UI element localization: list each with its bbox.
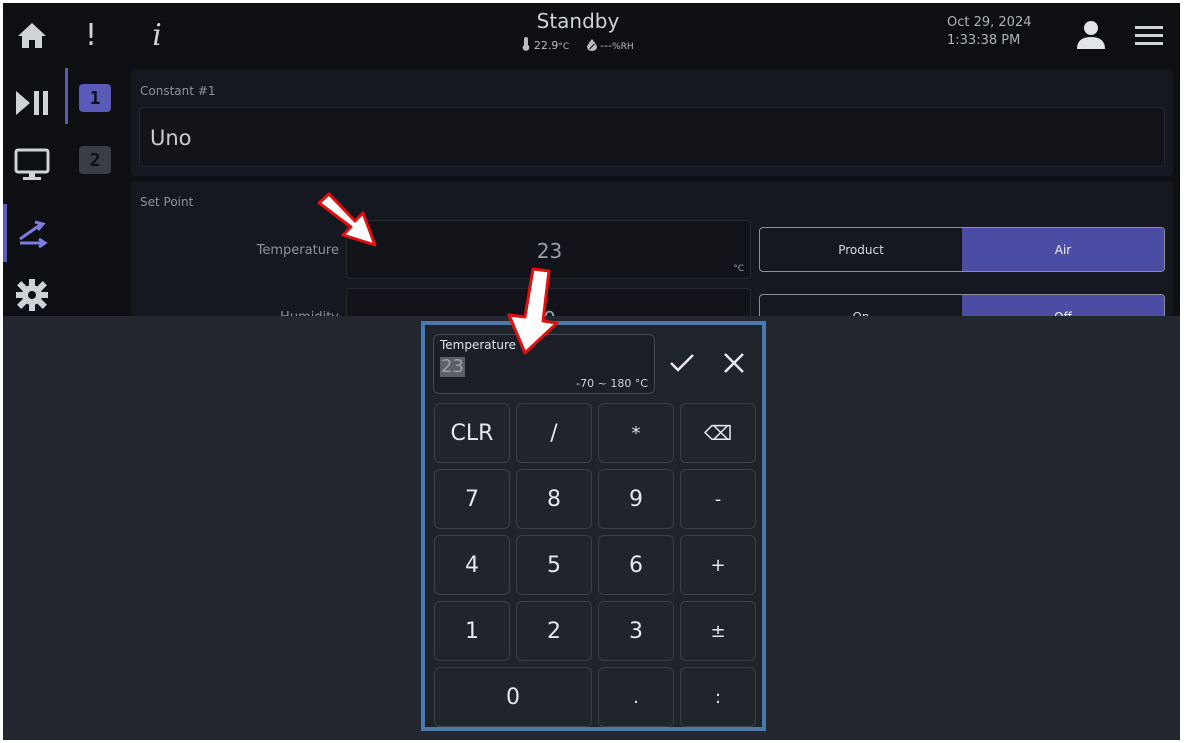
constant-name-field[interactable]: Uno bbox=[139, 107, 1165, 167]
thermometer-icon bbox=[522, 37, 534, 52]
info-icon[interactable]: i bbox=[139, 17, 175, 53]
key-5[interactable]: 5 bbox=[516, 535, 592, 595]
key-6[interactable]: 6 bbox=[598, 535, 674, 595]
constant-label: Constant #1 bbox=[140, 84, 216, 98]
divide-key[interactable]: / bbox=[516, 403, 592, 463]
red-arrow-icon bbox=[507, 267, 559, 355]
temperature-mode-toggle: Product Air bbox=[759, 227, 1165, 272]
colon-key[interactable]: : bbox=[680, 667, 756, 727]
product-option[interactable]: Product bbox=[760, 228, 962, 271]
status-area: Standby 22.9°C ---%RH bbox=[443, 9, 713, 52]
datetime: Oct 29, 2024 1:33:38 PM bbox=[947, 14, 1032, 50]
step-active-indicator bbox=[65, 68, 68, 124]
plus-key[interactable]: + bbox=[680, 535, 756, 595]
constant-name-value: Uno bbox=[150, 126, 192, 150]
key-2[interactable]: 2 bbox=[516, 601, 592, 661]
left-nav bbox=[3, 66, 61, 326]
top-bar: ! i Standby 22.9°C ---%RH Oct 29, 2024 1… bbox=[3, 3, 1180, 66]
keypad-range: -70 ~ 180 °C bbox=[576, 377, 648, 390]
key-3[interactable]: 3 bbox=[598, 601, 674, 661]
status-mode: Standby bbox=[536, 9, 620, 33]
home-icon[interactable] bbox=[14, 17, 50, 53]
temperature-unit: °C bbox=[558, 42, 570, 52]
temperature-setpoint-unit: °C bbox=[733, 264, 744, 274]
multiply-key[interactable]: * bbox=[598, 403, 674, 463]
profile-nav-icon[interactable] bbox=[3, 204, 61, 262]
clr-key[interactable]: CLR bbox=[434, 403, 510, 463]
monitor-icon[interactable] bbox=[3, 136, 61, 194]
minus-key[interactable]: - bbox=[680, 469, 756, 529]
step-1-button[interactable]: 1 bbox=[79, 84, 111, 112]
step-nav: 1 2 bbox=[61, 66, 127, 326]
date-label: Oct 29, 2024 bbox=[947, 15, 1032, 30]
step-2-button[interactable]: 2 bbox=[79, 146, 111, 174]
humidity-reading: --- bbox=[600, 39, 613, 52]
temperature-setpoint-value: 23 bbox=[536, 239, 563, 263]
user-icon[interactable] bbox=[1073, 17, 1109, 53]
cancel-close-icon[interactable] bbox=[718, 347, 750, 379]
confirm-check-icon[interactable] bbox=[666, 347, 698, 379]
sensor-readings: 22.9°C ---%RH bbox=[443, 37, 713, 52]
play-pause-icon[interactable] bbox=[3, 74, 61, 132]
air-option[interactable]: Air bbox=[962, 228, 1164, 271]
keypad-field-value: 23 bbox=[440, 356, 465, 377]
key-9[interactable]: 9 bbox=[598, 469, 674, 529]
time-label: 1:33:38 PM bbox=[947, 33, 1021, 48]
decimal-key[interactable]: . bbox=[598, 667, 674, 727]
key-8[interactable]: 8 bbox=[516, 469, 592, 529]
constant-panel: Constant #1 Uno bbox=[131, 70, 1173, 176]
red-arrow-icon bbox=[317, 192, 377, 247]
alert-icon[interactable]: ! bbox=[73, 17, 109, 53]
key-7[interactable]: 7 bbox=[434, 469, 510, 529]
numeric-keypad: Temperature 23 -70 ~ 180 °C CLR / * ⌫ 7 … bbox=[421, 321, 766, 731]
backspace-key[interactable]: ⌫ bbox=[680, 403, 756, 463]
app-window: ! i Standby 22.9°C ---%RH Oct 29, 2024 1… bbox=[3, 3, 1180, 740]
set-point-panel: Set Point Temperature 23 °C Product Air … bbox=[131, 181, 1173, 347]
menu-icon[interactable] bbox=[1131, 17, 1167, 53]
temperature-reading: 22.9 bbox=[533, 39, 559, 52]
key-0[interactable]: 0 bbox=[434, 667, 592, 727]
set-point-label: Set Point bbox=[140, 195, 194, 209]
humidity-icon bbox=[586, 39, 601, 52]
humidity-unit: %RH bbox=[612, 42, 634, 52]
key-4[interactable]: 4 bbox=[434, 535, 510, 595]
key-1[interactable]: 1 bbox=[434, 601, 510, 661]
plus-minus-key[interactable]: ± bbox=[680, 601, 756, 661]
